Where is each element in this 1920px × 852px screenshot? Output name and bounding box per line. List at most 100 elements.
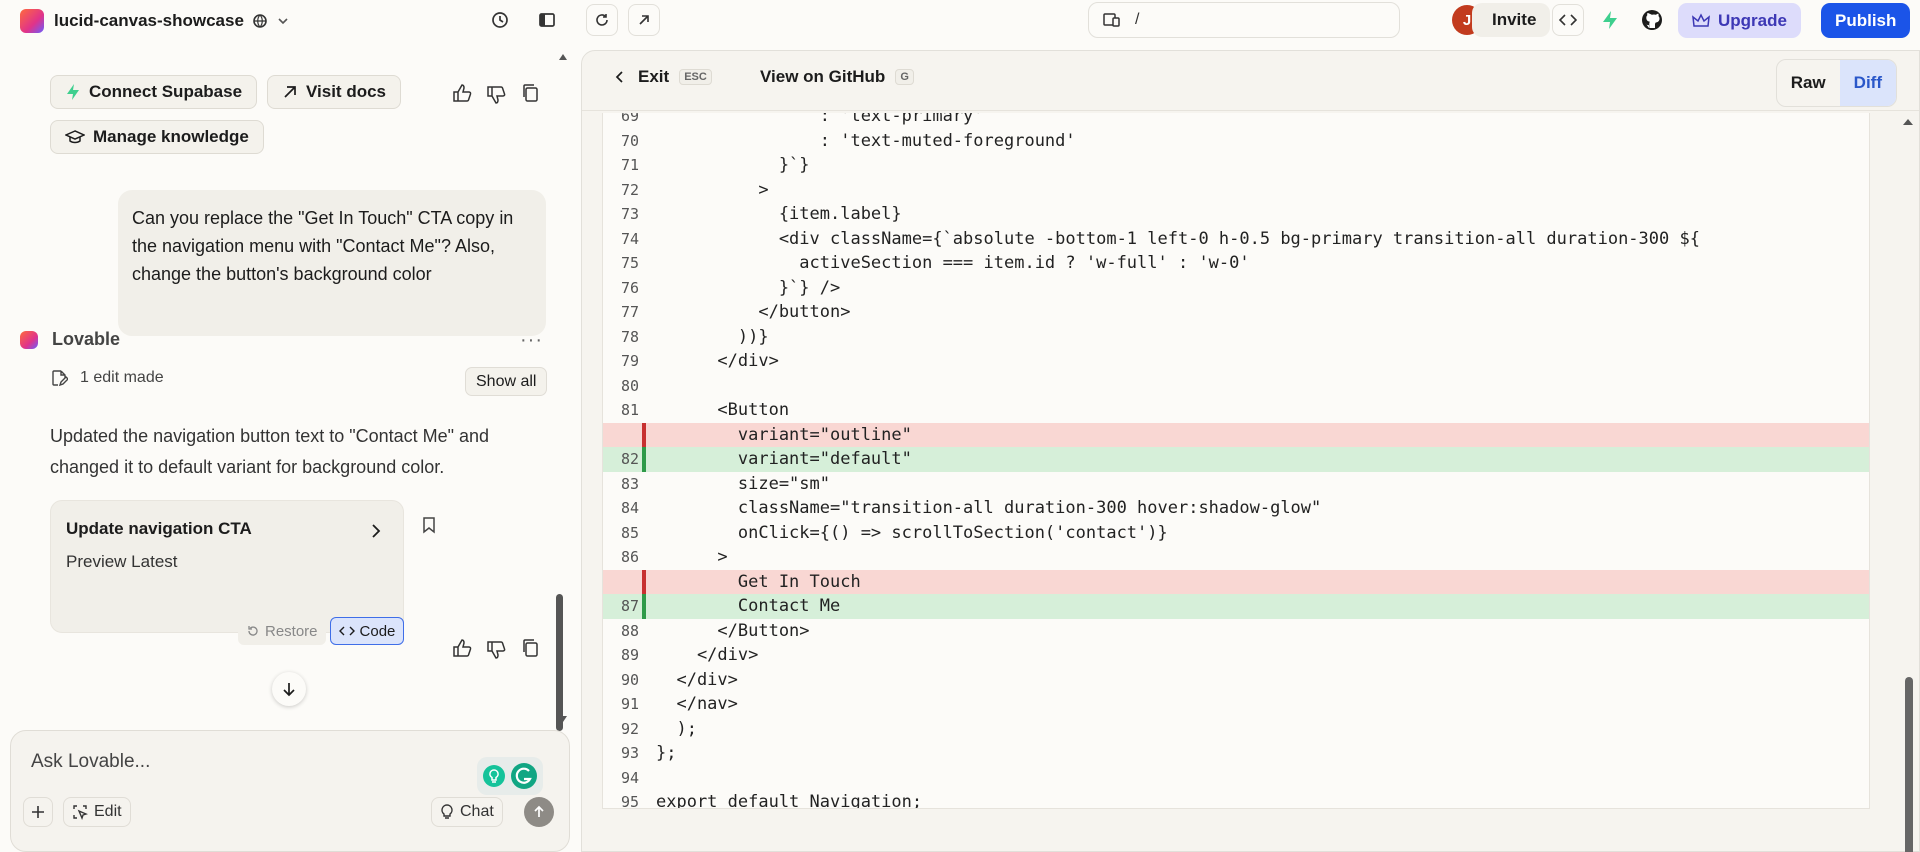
add-button[interactable] [23,797,53,827]
line-text: </div> [656,669,738,690]
supabase-button[interactable] [1594,4,1626,36]
refresh-icon [596,14,608,26]
restore-button[interactable]: Restore [238,617,326,645]
connect-supabase-button[interactable]: Connect Supabase [50,75,258,109]
exit-button[interactable]: Exit ESC [614,67,712,87]
raw-tab[interactable]: Raw [1777,60,1840,106]
code-line: 69 : 'text-primary' [603,113,1869,129]
more-options-icon[interactable]: ··· [520,329,543,352]
line-text: className="transition-all duration-300 h… [656,498,1322,519]
line-text: export default Navigation; [656,792,923,809]
thumbs-up-icon[interactable] [452,638,472,663]
code-button[interactable]: Code [329,617,405,645]
line-number: 94 [620,768,639,787]
code-line: 91 </nav> [603,692,1869,717]
upgrade-label: Upgrade [1718,10,1787,30]
device-icon[interactable] [1103,12,1121,28]
exit-label: Exit [638,67,670,86]
scroll-up-arrow[interactable] [558,53,568,61]
project-name[interactable]: lucid-canvas-showcase [54,11,244,31]
code-line: 74 <div className={`absolute -bottom-1 l… [603,227,1869,252]
user-message: Can you replace the "Get In Touch" CTA c… [118,190,546,336]
scroll-to-bottom-button[interactable] [272,672,306,706]
copy-icon[interactable] [521,638,539,663]
line-text: </nav> [656,694,738,715]
code-diff-view: 69 : 'text-primary' 70 : 'text-muted-fore… [602,113,1870,809]
code-line: 73 {item.label} [603,202,1869,227]
line-number: 71 [620,156,639,175]
code-line: 76 }`} /> [603,276,1869,301]
file-edit-icon [52,370,68,387]
line-text: ))} [656,326,769,347]
visit-docs-button[interactable]: Visit docs [267,75,401,109]
chevron-right-icon[interactable] [369,523,383,539]
code-panel: Exit ESC View on GitHub G Raw Diff 69 : … [581,50,1920,852]
lovable-logo [20,8,44,33]
line-number: 87 [620,597,639,616]
composer-input[interactable]: Ask Lovable... [31,751,150,773]
url-path: / [1135,11,1140,28]
visit-docs-label: Visit docs [306,82,386,101]
manage-knowledge-button[interactable]: Manage knowledge [50,120,264,154]
invite-label: Invite [1492,10,1537,29]
github-button[interactable] [1636,4,1668,36]
line-text: ); [656,718,697,739]
code-line: 92 ); [603,717,1869,742]
chat-mode-button[interactable]: Chat [431,797,503,827]
line-text: : 'text-primary' [656,113,984,127]
assistant-reply: Updated the navigation button text to "C… [50,426,490,477]
line-text: <div className={`absolute -bottom-1 left… [656,228,1700,249]
line-text: size="sm" [656,473,830,494]
line-number: 92 [620,719,639,738]
code-icon [1559,14,1577,26]
restore-label: Restore [265,622,318,640]
copy-icon[interactable] [521,83,539,108]
show-all-button[interactable]: Show all [465,367,548,396]
edit-card[interactable]: Update navigation CTA Preview Latest [50,500,404,633]
line-text: > [656,179,769,200]
open-external-button[interactable] [628,4,660,36]
code-view-button[interactable] [1552,4,1584,36]
line-number: 77 [620,303,639,322]
code-line: 77 </button> [603,300,1869,325]
url-bar[interactable]: / [1088,2,1400,38]
history-icon[interactable] [490,10,510,30]
diff-tab[interactable]: Diff [1839,60,1896,106]
invite-button[interactable]: J Invite [1452,2,1551,38]
project-header: lucid-canvas-showcase [0,0,578,41]
sidebar-toggle-icon[interactable] [537,10,557,30]
send-button[interactable] [524,797,554,827]
chat-scrollbar[interactable] [556,594,563,731]
arrow-down-icon [283,683,295,697]
line-number: 80 [620,376,639,395]
code-line: 71 }`} [603,153,1869,178]
edit-card-title: Update navigation CTA [66,519,252,538]
line-text: </div> [656,351,779,372]
thumbs-down-icon[interactable] [486,640,506,665]
graduation-cap-icon [65,130,85,144]
line-number: 78 [620,327,639,346]
scroll-up-arrow[interactable] [1902,118,1914,126]
bookmark-icon[interactable] [421,516,437,539]
grammarly-widget[interactable] [477,757,543,795]
upgrade-button[interactable]: Upgrade [1678,3,1801,38]
code-scrollbar[interactable] [1905,677,1913,852]
code-line: 84 className="transition-all duration-30… [603,496,1869,521]
chevron-down-icon[interactable] [276,14,290,28]
refresh-button[interactable] [586,4,618,36]
thumbs-up-icon[interactable] [452,83,472,108]
edit-mode-button[interactable]: Edit [63,797,131,827]
view-on-github-button[interactable]: View on GitHub G [760,67,914,87]
line-text: Contact Me [656,596,841,617]
scroll-down-arrow[interactable] [558,715,568,723]
publish-button[interactable]: Publish [1821,3,1911,38]
thumbs-down-icon[interactable] [486,85,506,110]
code-line: 90 </div> [603,668,1869,693]
line-text: </button> [656,302,851,323]
line-number: 88 [620,621,639,640]
line-number: 72 [620,180,639,199]
line-number: 82 [620,450,639,469]
line-number: 83 [620,474,639,493]
line-number: 85 [620,523,639,542]
line-number: 79 [620,352,639,371]
